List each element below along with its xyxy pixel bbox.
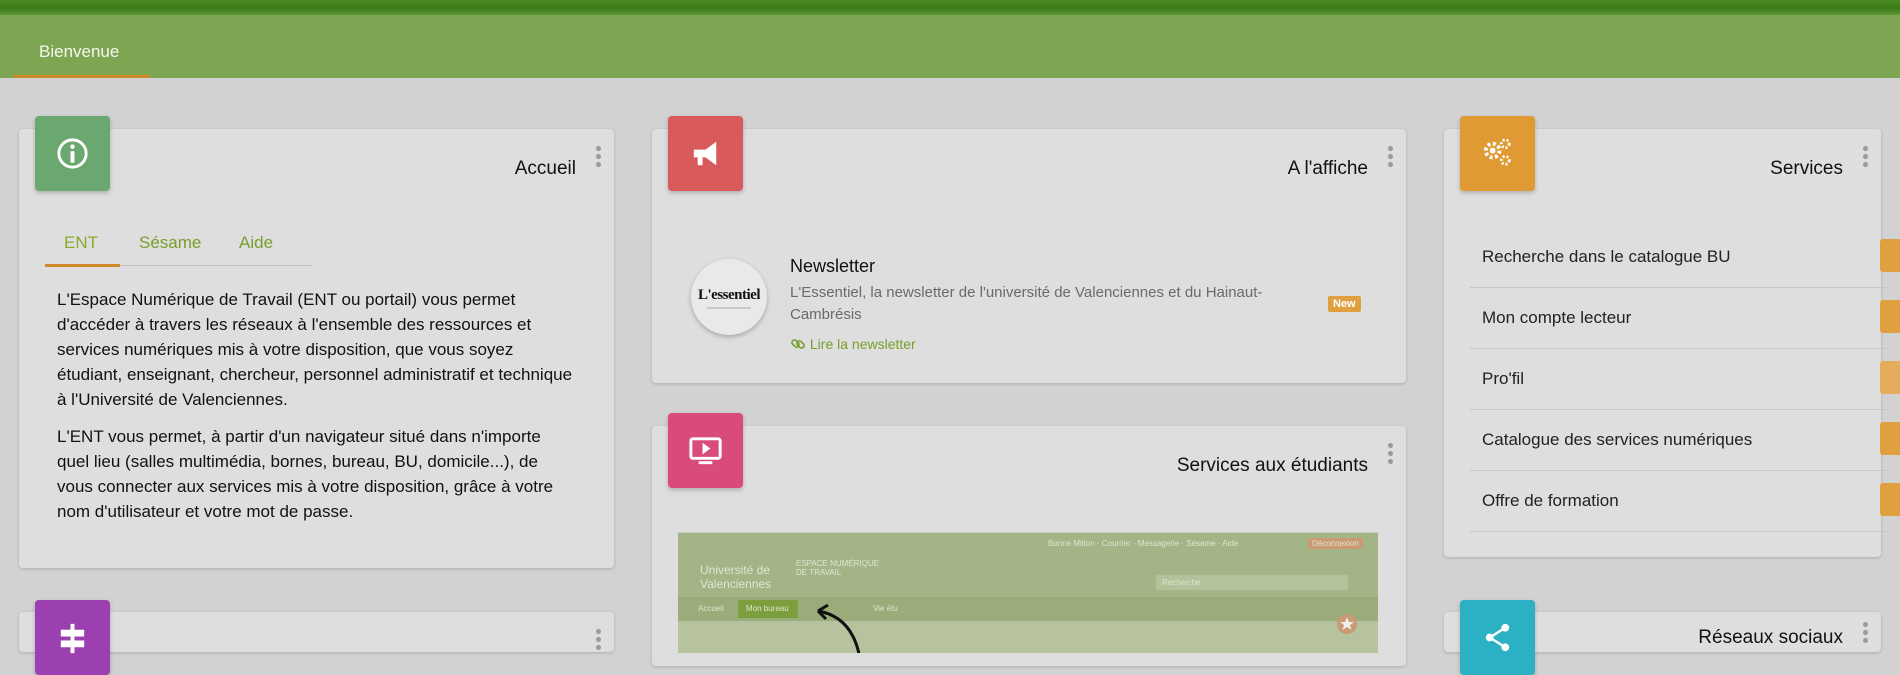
new-badge: New xyxy=(1328,296,1361,312)
reseaux-badge xyxy=(1460,600,1535,675)
services-badge xyxy=(1460,116,1535,191)
card-services: Services Recherche dans le catalogue BU … xyxy=(1444,129,1900,557)
signpost-icon xyxy=(60,623,85,654)
tab-active-underline xyxy=(14,75,150,78)
info-icon xyxy=(57,138,88,169)
tab-ent[interactable]: ENT xyxy=(64,233,98,253)
newsletter-logo-text: L'essentiel xyxy=(698,287,761,303)
tab-aide[interactable]: Aide xyxy=(239,233,273,253)
card-menu-button[interactable] xyxy=(596,146,602,170)
card-accueil: Accueil ENT Sésame Aide L'Espace Numériq… xyxy=(19,129,614,568)
affiche-badge xyxy=(668,116,743,191)
service-label: Pro'fil xyxy=(1482,369,1524,388)
service-catalogue-numeriques[interactable]: Catalogue des services numériques xyxy=(1470,410,1900,471)
preview-tab-bureau: Mon bureau xyxy=(746,604,789,613)
newsletter-logo: L'essentiel xyxy=(691,259,767,335)
service-compte-lecteur[interactable]: Mon compte lecteur xyxy=(1470,288,1900,349)
newsletter-description: L'Essentiel, la newsletter de l'universi… xyxy=(790,284,1263,323)
service-label: Catalogue des services numériques xyxy=(1482,430,1753,449)
newsletter-link[interactable]: Lire la newsletter xyxy=(790,336,916,352)
tab-bienvenue-label: Bienvenue xyxy=(39,42,120,61)
profil-logo-icon: PR xyxy=(1899,370,1900,387)
card-title: Réseaux sociaux xyxy=(1698,627,1843,648)
preview-search: Recherche xyxy=(1156,575,1348,590)
service-label: Recherche dans le catalogue BU xyxy=(1482,247,1731,266)
card-title: Services xyxy=(1770,158,1843,179)
tab-sesame[interactable]: Sésame xyxy=(139,233,201,253)
service-offre-formation[interactable]: Offre de formation xyxy=(1470,471,1900,532)
signpost-badge xyxy=(35,600,110,675)
newsletter-title[interactable]: Newsletter xyxy=(790,256,875,277)
tab-bienvenue[interactable]: Bienvenue xyxy=(0,30,150,78)
header-band xyxy=(0,0,1900,15)
top-header: Bienvenue xyxy=(0,0,1900,78)
service-catalogue-bu[interactable]: Recherche dans le catalogue BU xyxy=(1470,227,1900,288)
preview-logout: Déconnexion xyxy=(1308,538,1363,549)
service-catalogue-numeriques-button[interactable] xyxy=(1880,422,1900,455)
newsletter-link-label: Lire la newsletter xyxy=(809,336,916,352)
accueil-badge xyxy=(35,116,110,191)
preview-university: Université de Valenciennes xyxy=(700,563,772,591)
card-menu-button[interactable] xyxy=(1388,443,1394,467)
link-icon xyxy=(791,339,805,349)
service-label: Offre de formation xyxy=(1482,491,1619,510)
card-menu-button[interactable] xyxy=(1863,622,1869,646)
service-profil-button[interactable]: PR xyxy=(1880,361,1900,394)
card-title: Accueil xyxy=(514,158,576,179)
service-compte-lecteur-button[interactable] xyxy=(1880,300,1900,333)
card-title: Services aux étudiants xyxy=(1176,455,1368,476)
preview-userbar: Bonne Milton · Courrier · Messagerie · S… xyxy=(1048,539,1239,548)
preview-tab-accueil: Accueil xyxy=(698,604,724,613)
card-menu-button[interactable] xyxy=(1863,146,1869,170)
share-icon xyxy=(1485,623,1510,652)
tab-active-underline xyxy=(45,264,120,267)
service-profil[interactable]: Pro'fil PR xyxy=(1470,349,1900,410)
portal-preview-image[interactable]: Bonne Milton · Courrier · Messagerie · S… xyxy=(678,532,1378,653)
service-offre-formation-button[interactable] xyxy=(1880,483,1900,516)
card-services-etudiants: Services aux étudiants Bonne Milton · Co… xyxy=(652,426,1406,666)
service-label: Mon compte lecteur xyxy=(1482,308,1632,327)
preview-portal: ESPACE NUMÉRIQUE DE TRAVAIL xyxy=(796,559,879,577)
preview-arrow-icon xyxy=(816,603,861,653)
card-title: A l'affiche xyxy=(1287,158,1368,179)
megaphone-icon xyxy=(693,141,717,166)
preview-star-icon xyxy=(1337,614,1357,634)
accueil-paragraph-1: L'Espace Numérique de Travail (ENT ou po… xyxy=(57,290,573,409)
accueil-tabs: ENT Sésame Aide xyxy=(45,229,313,267)
etudiants-badge xyxy=(668,413,743,488)
gears-icon xyxy=(1483,138,1511,166)
video-play-icon xyxy=(689,437,722,465)
card-menu-button[interactable] xyxy=(596,629,602,653)
card-a-laffiche: A l'affiche L'essentiel Newsletter L'Ess… xyxy=(652,129,1406,383)
accueil-paragraph-2: L'ENT vous permet, à partir d'un navigat… xyxy=(57,427,554,521)
service-catalogue-bu-button[interactable] xyxy=(1880,239,1900,272)
card-menu-button[interactable] xyxy=(1388,146,1394,170)
